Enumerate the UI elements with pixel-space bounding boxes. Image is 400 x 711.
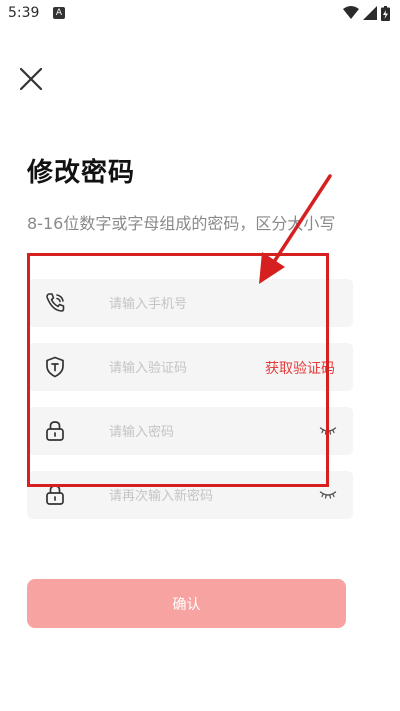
verification-code-field: 获取验证码 bbox=[27, 343, 353, 393]
status-bar: 5:39 A bbox=[0, 0, 400, 26]
password-field bbox=[27, 407, 353, 457]
phone-input[interactable] bbox=[107, 279, 281, 329]
page-subtitle: 8-16位数字或字母组成的密码，区分大小写 bbox=[27, 214, 336, 233]
close-icon bbox=[19, 67, 43, 91]
page-title: 修改密码 bbox=[27, 158, 136, 188]
status-time: 5:39 bbox=[8, 5, 40, 21]
signal-icon bbox=[363, 6, 377, 20]
eye-closed-icon[interactable] bbox=[319, 485, 337, 503]
password-input[interactable] bbox=[107, 407, 281, 457]
shield-icon bbox=[46, 356, 64, 378]
phone-icon bbox=[46, 293, 65, 312]
eye-closed-icon[interactable] bbox=[319, 421, 337, 439]
battery-charging-icon bbox=[381, 5, 390, 21]
confirm-button[interactable]: 确认 bbox=[27, 579, 346, 628]
get-code-button[interactable]: 获取验证码 bbox=[265, 358, 335, 378]
confirm-password-field bbox=[27, 471, 353, 521]
close-button[interactable] bbox=[18, 66, 44, 92]
notification-badge: A bbox=[53, 7, 65, 19]
verification-code-input[interactable] bbox=[107, 343, 261, 393]
lock-icon bbox=[46, 485, 64, 505]
wifi-icon bbox=[343, 6, 359, 19]
status-icons bbox=[343, 5, 390, 21]
confirm-password-input[interactable] bbox=[107, 471, 281, 521]
phone-field bbox=[27, 279, 353, 329]
lock-icon bbox=[46, 421, 64, 441]
